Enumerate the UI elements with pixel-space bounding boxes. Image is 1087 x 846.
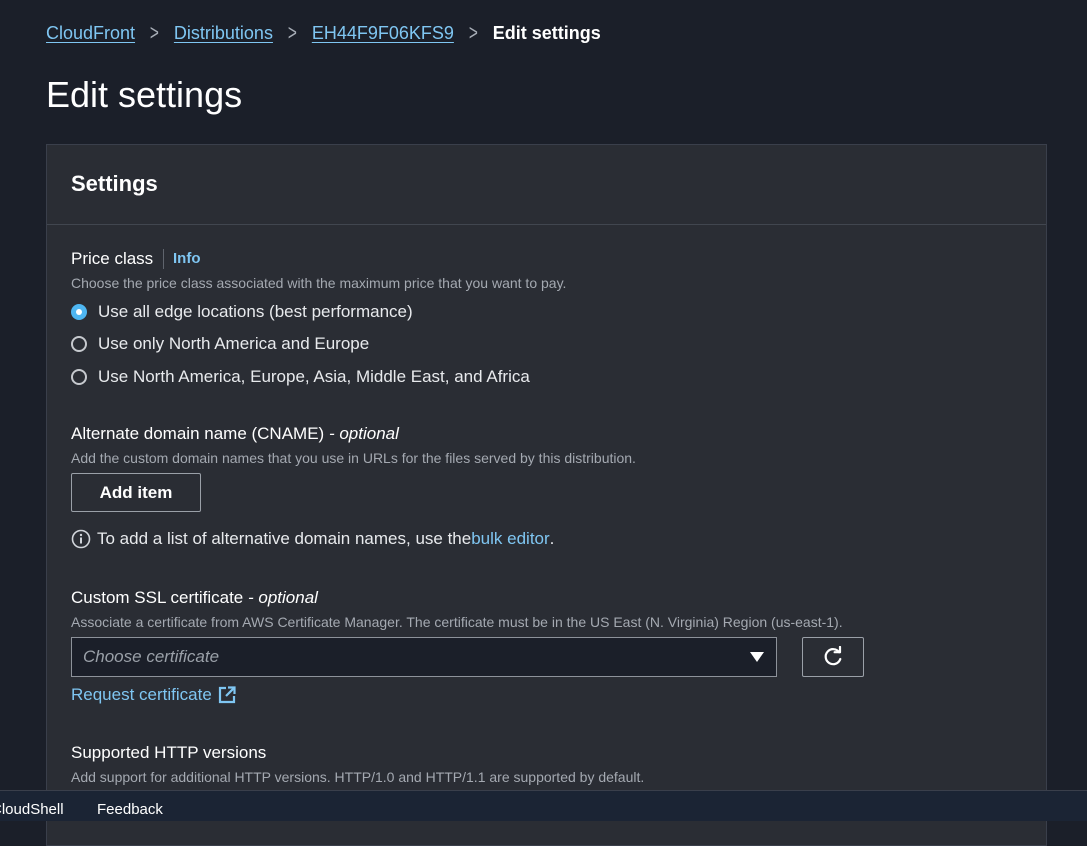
radio-unselected-icon[interactable] — [71, 369, 87, 385]
refresh-certificates-button[interactable] — [802, 637, 864, 677]
breadcrumb-current: Edit settings — [492, 22, 601, 43]
chevron-right-icon: > — [468, 20, 478, 45]
settings-heading: Settings — [71, 171, 158, 196]
breadcrumb-distribution-id-link[interactable]: EH44F9F06KFS9 — [312, 23, 454, 44]
cloudshell-button[interactable]: CloudShell — [0, 801, 64, 818]
breadcrumb-cloudfront-link[interactable]: CloudFront — [46, 23, 135, 44]
price-class-description: Choose the price class associated with t… — [71, 275, 567, 291]
refresh-icon — [824, 646, 842, 666]
price-class-info-link[interactable]: Info — [163, 249, 201, 269]
http-versions-description: Add support for additional HTTP versions… — [71, 769, 645, 785]
settings-panel-header: Settings — [47, 145, 1046, 225]
ssl-label: Custom SSL certificate - optional — [71, 588, 318, 608]
ssl-optional-text: - optional — [243, 588, 318, 607]
price-class-label: Price class — [71, 249, 154, 268]
console-footer: CloudShell Feedback — [0, 790, 1087, 821]
radio-unselected-icon[interactable] — [71, 336, 87, 352]
certificate-select[interactable]: Choose certificate — [71, 637, 777, 677]
ssl-label-text: Custom SSL certificate — [71, 588, 244, 607]
request-certificate-link[interactable]: Request certificate — [71, 685, 236, 705]
info-circle-icon — [71, 529, 91, 549]
page-title: Edit settings — [46, 74, 243, 115]
chevron-right-icon: > — [149, 20, 159, 45]
breadcrumb-distributions-link[interactable]: Distributions — [174, 23, 273, 44]
http-versions-label: Supported HTTP versions — [71, 743, 267, 762]
feedback-button[interactable]: Feedback — [97, 801, 163, 818]
breadcrumb: CloudFront > Distributions > EH44F9F06KF… — [46, 22, 601, 44]
price-class-option-na-europe[interactable]: Use only North America and Europe — [71, 334, 369, 354]
price-class-option-label: Use all edge locations (best performance… — [98, 302, 413, 321]
radio-selected-icon[interactable] — [71, 304, 87, 320]
settings-panel: Settings Price class Info Choose the pri… — [46, 144, 1047, 846]
external-link-icon — [218, 686, 236, 704]
certificate-select-placeholder: Choose certificate — [83, 647, 220, 666]
bulk-editor-link[interactable]: bulk editor — [471, 529, 549, 549]
request-certificate-text: Request certificate — [71, 685, 212, 704]
cname-label-text: Alternate domain name (CNAME) — [71, 424, 325, 443]
cname-label: Alternate domain name (CNAME) - optional — [71, 424, 399, 444]
price-class-option-label: Use North America, Europe, Asia, Middle … — [98, 367, 530, 386]
cname-optional-text: - optional — [324, 424, 399, 443]
bulk-editor-hint: To add a list of alternative domain name… — [71, 529, 554, 549]
chevron-right-icon: > — [287, 20, 297, 45]
caret-down-icon — [750, 652, 764, 662]
price-class-option-label: Use only North America and Europe — [98, 334, 370, 353]
ssl-description: Associate a certificate from AWS Certifi… — [71, 614, 843, 630]
price-class-option-na-eu-asia-me-africa[interactable]: Use North America, Europe, Asia, Middle … — [71, 367, 530, 387]
add-item-button[interactable]: Add item — [71, 473, 201, 512]
price-class-option-all[interactable]: Use all edge locations (best performance… — [71, 302, 413, 322]
cname-description: Add the custom domain names that you use… — [71, 450, 636, 466]
bulk-editor-hint-text: To add a list of alternative domain name… — [97, 529, 472, 548]
bulk-editor-hint-period: . — [549, 529, 555, 548]
